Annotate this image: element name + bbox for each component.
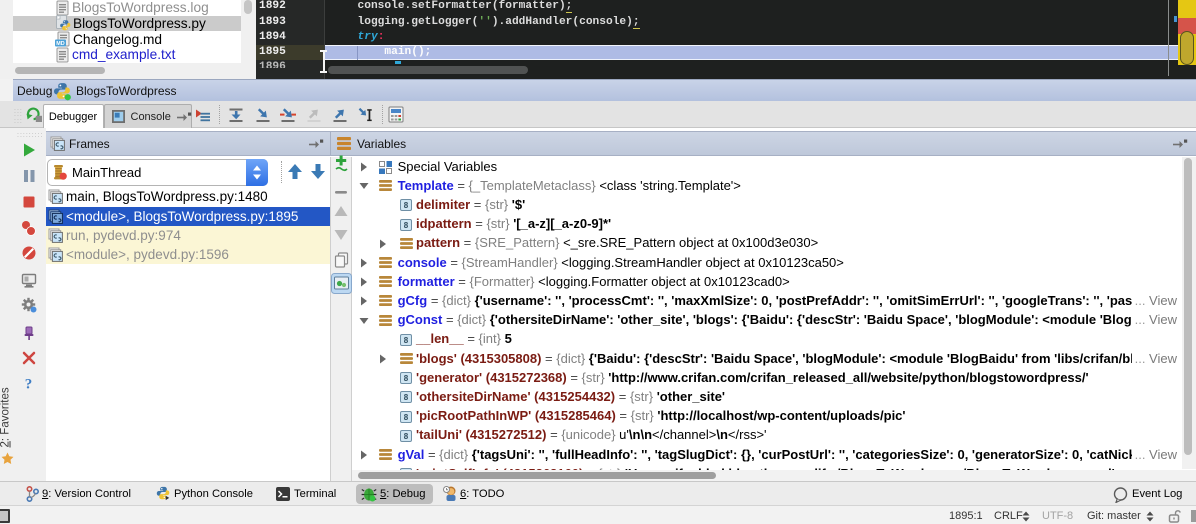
svg-text:8: 8 [404,432,409,441]
svg-text:8: 8 [404,336,409,345]
svg-text:8: 8 [404,374,409,383]
svg-text:8: 8 [404,393,409,402]
svg-text:?: ? [25,377,33,392]
svg-text:8: 8 [404,413,409,422]
svg-text:8: 8 [404,201,409,210]
svg-text:8: 8 [404,221,409,230]
